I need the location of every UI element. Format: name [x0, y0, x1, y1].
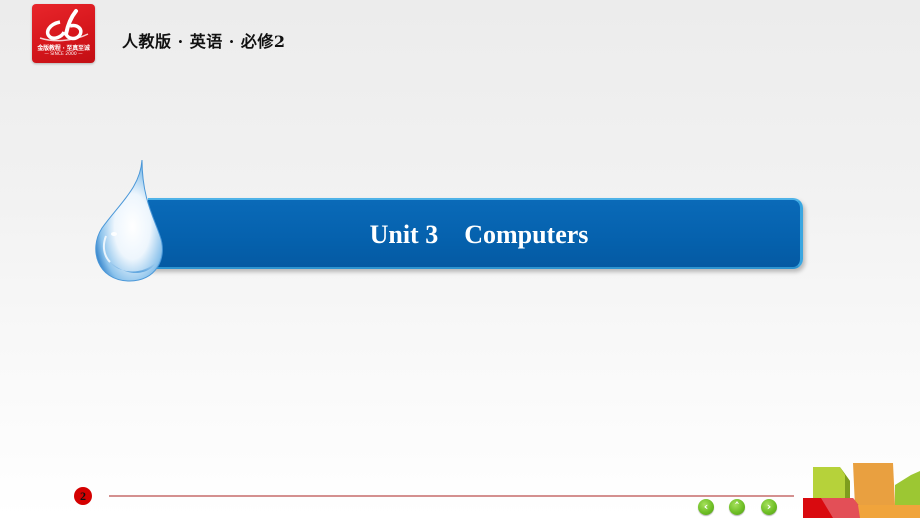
orange-block — [853, 463, 895, 507]
title-banner: Unit 3 Computers — [148, 198, 803, 269]
green-block — [813, 467, 850, 499]
book-title: 人教版 · 英语 · 必修2 — [122, 32, 286, 51]
prev-slide-button[interactable]: ‹ — [698, 499, 714, 515]
footer-divider — [109, 495, 794, 497]
logo-since: — SINCE 2000 — — [44, 52, 83, 57]
page-number-badge: 2 — [74, 487, 92, 505]
colored-blocks-decoration — [803, 463, 920, 518]
home-slide-button[interactable]: ˄ — [729, 499, 745, 515]
orange-block-bottom — [858, 505, 920, 518]
next-slide-button[interactable]: › — [761, 499, 777, 515]
unit-title: Unit 3 Computers — [369, 220, 589, 249]
water-droplet-icon — [95, 159, 163, 282]
logo-motto: 金版教程 · 至真至诚 — [37, 45, 90, 52]
publisher-logo: 金版教程 · 至真至诚 — SINCE 2000 — — [32, 4, 95, 63]
